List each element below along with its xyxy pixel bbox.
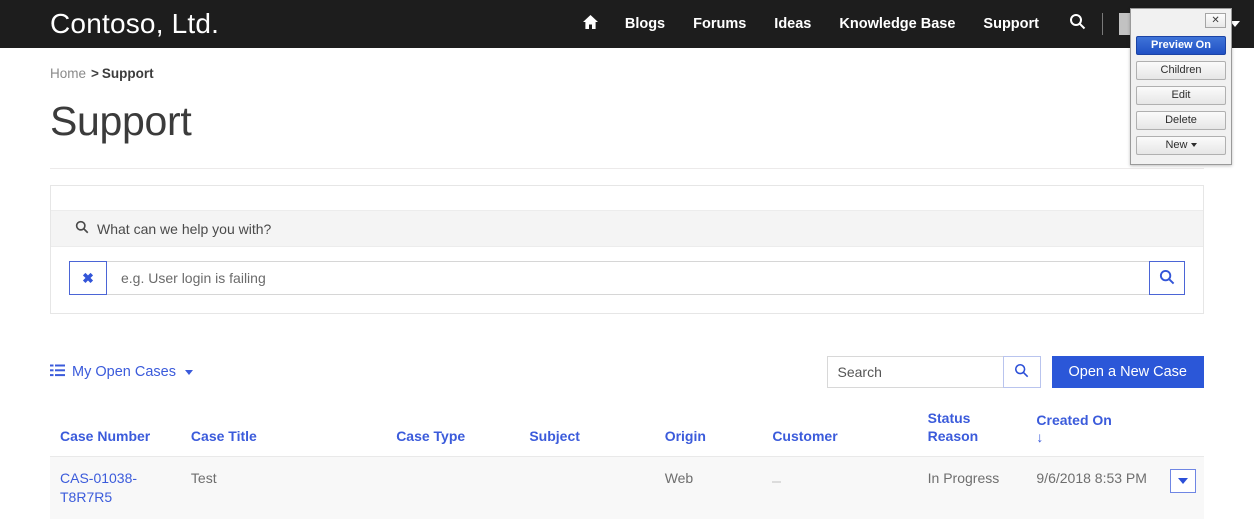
table-header-row: Case Number Case Title Case Type Subject… bbox=[50, 410, 1204, 458]
clear-search-button[interactable]: ✖ bbox=[69, 261, 107, 296]
search-icon bbox=[1069, 13, 1086, 35]
nav-item-knowledge-base[interactable]: Knowledge Base bbox=[825, 0, 969, 48]
sort-descending-icon: ↓ bbox=[1036, 428, 1044, 445]
view-selector-label: My Open Cases bbox=[72, 364, 176, 381]
list-icon bbox=[50, 364, 65, 381]
search-icon bbox=[1159, 269, 1175, 288]
column-header-created-on-label: Created On bbox=[1036, 412, 1112, 429]
cell-case-number: CAS-01038-T8R7R5 bbox=[50, 456, 181, 519]
panel-header: What can we help you with? bbox=[51, 211, 1203, 248]
chevron-down-icon bbox=[1178, 478, 1188, 485]
knowledge-search-group: ✖ bbox=[69, 261, 1185, 296]
nav-item-support[interactable]: Support bbox=[969, 0, 1053, 48]
column-header-origin[interactable]: Origin bbox=[654, 410, 763, 458]
customer-redacted bbox=[772, 481, 782, 484]
knowledge-search-panel: What can we help you with? ✖ bbox=[50, 185, 1204, 315]
close-icon[interactable]: ✕ bbox=[1205, 13, 1226, 28]
nav-search-button[interactable] bbox=[1053, 13, 1100, 35]
column-header-case-title[interactable]: Case Title bbox=[180, 410, 387, 458]
case-search-group bbox=[826, 356, 1041, 389]
title-divider bbox=[50, 168, 1204, 170]
site-brand[interactable]: Contoso, Ltd. bbox=[50, 8, 219, 40]
breadcrumb-home[interactable]: Home bbox=[50, 66, 86, 81]
view-selector[interactable]: My Open Cases bbox=[50, 364, 193, 381]
preview-on-button[interactable]: Preview On bbox=[1136, 36, 1226, 55]
open-new-case-button[interactable]: Open a New Case bbox=[1051, 356, 1204, 389]
page-title: Support bbox=[50, 98, 192, 144]
search-icon bbox=[75, 220, 89, 237]
cell-case-type bbox=[386, 456, 520, 519]
panel-body: ✖ bbox=[51, 247, 1203, 313]
case-list-toolbar: My Open Cases Open a New Case bbox=[50, 356, 1204, 389]
cases-table: Case Number Case Title Case Type Subject… bbox=[50, 410, 1204, 519]
chevron-down-icon bbox=[1190, 143, 1197, 148]
cell-created-on: 9/6/2018 8:53 PM bbox=[1026, 456, 1204, 519]
breadcrumb-current: Support bbox=[101, 66, 154, 81]
column-header-status-reason[interactable]: Status Reason bbox=[917, 410, 1027, 458]
table-row: CAS-01038-T8R7R5 Test Web In Progress 9/… bbox=[50, 456, 1204, 519]
search-icon bbox=[1014, 363, 1029, 381]
column-header-subject[interactable]: Subject bbox=[519, 410, 655, 458]
new-button[interactable]: New bbox=[1136, 136, 1226, 155]
cms-edit-panel: ✕ Preview On Children Edit Delete New bbox=[1130, 8, 1232, 165]
children-button[interactable]: Children bbox=[1136, 61, 1226, 80]
delete-button[interactable]: Delete bbox=[1136, 111, 1226, 130]
column-header-created-on[interactable]: Created On ↓ bbox=[1026, 410, 1204, 458]
cell-origin: Web bbox=[654, 456, 763, 519]
column-header-case-type[interactable]: Case Type bbox=[386, 410, 520, 458]
knowledge-search-submit[interactable] bbox=[1149, 261, 1185, 296]
nav-home-link[interactable] bbox=[570, 14, 611, 35]
cell-case-title: Test bbox=[180, 456, 387, 519]
cell-subject bbox=[519, 456, 655, 519]
row-actions-button[interactable] bbox=[1170, 469, 1196, 494]
column-header-case-number[interactable]: Case Number bbox=[50, 410, 181, 458]
column-header-customer[interactable]: Customer bbox=[762, 410, 918, 458]
cell-status-reason: In Progress bbox=[917, 456, 1027, 519]
nav-item-forums[interactable]: Forums bbox=[679, 0, 760, 48]
toolbar-right-group: Open a New Case bbox=[826, 356, 1204, 389]
nav-item-blogs[interactable]: Blogs bbox=[611, 0, 679, 48]
cell-customer bbox=[762, 456, 918, 519]
case-number-link[interactable]: CAS-01038-T8R7R5 bbox=[60, 470, 137, 505]
nav-divider bbox=[1102, 13, 1103, 35]
nav-item-ideas[interactable]: Ideas bbox=[760, 0, 825, 48]
home-icon bbox=[582, 14, 599, 35]
panel-top-strip bbox=[51, 186, 1203, 212]
knowledge-search-input[interactable] bbox=[107, 261, 1149, 296]
panel-header-label: What can we help you with? bbox=[97, 220, 272, 237]
chevron-down-icon bbox=[184, 369, 193, 375]
edit-panel-titlebar: ✕ bbox=[1136, 13, 1226, 30]
breadcrumb-separator: > bbox=[91, 66, 99, 81]
case-search-button[interactable] bbox=[1002, 356, 1041, 389]
case-search-input[interactable] bbox=[826, 356, 1003, 389]
edit-button[interactable]: Edit bbox=[1136, 86, 1226, 105]
breadcrumb: Home > Support bbox=[0, 48, 1254, 81]
new-button-label: New bbox=[1165, 139, 1188, 151]
top-navigation-bar: Contoso, Ltd. Blogs Forums Ideas Knowled… bbox=[0, 0, 1254, 48]
created-on-value: 9/6/2018 8:53 PM bbox=[1036, 470, 1147, 487]
